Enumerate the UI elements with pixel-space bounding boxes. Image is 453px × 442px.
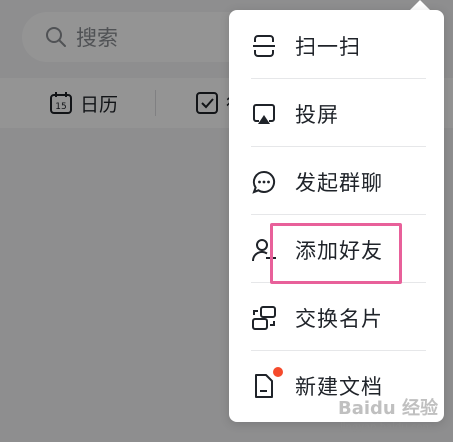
watermark: Baidu 经验 [338,398,439,419]
menu-item-label: 交换名片 [295,307,383,331]
chat-bubble-icon [252,170,276,194]
menu-item-group-chat[interactable]: 发起群聊 [229,148,444,216]
document-icon [255,374,273,398]
scan-icon [253,35,275,57]
watermark-sub: jingyan.baidu.com [340,422,433,433]
highlight-box [270,223,402,284]
menu-item-label: 投屏 [295,103,339,127]
menu-item-screen-cast[interactable]: 投屏 [229,80,444,148]
notification-badge [273,367,283,377]
document-icon-wrapper [251,367,283,399]
menu-item-exchange-card[interactable]: 交换名片 [229,284,444,352]
menu-divider [251,214,426,215]
menu-item-scan[interactable]: 扫一扫 [229,12,444,80]
plus-dropdown-menu: 扫一扫 投屏 发起群聊 添加好友 交换名片 新建文档 [229,10,444,422]
menu-divider [251,146,426,147]
exchange-card-icon [252,306,276,330]
menu-arrow [410,0,430,10]
menu-divider [251,350,426,351]
menu-item-label: 扫一扫 [295,35,361,59]
menu-item-label: 发起群聊 [295,171,383,195]
menu-divider [251,78,426,79]
screen-cast-icon [253,104,275,124]
